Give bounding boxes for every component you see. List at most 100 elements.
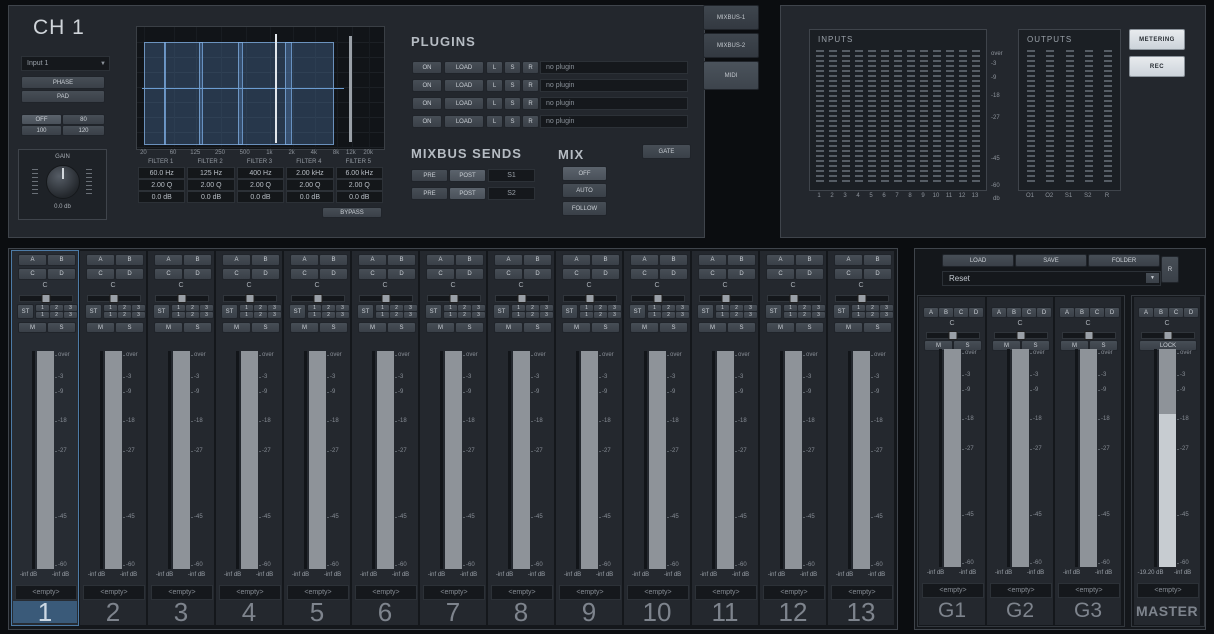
route-d-button[interactable]: D [455,268,484,280]
route-a-button[interactable]: A [222,254,251,266]
stereo-button[interactable]: ST [697,304,714,319]
send-1-bottom-button[interactable]: 1 [579,311,594,319]
send-3-bottom-button[interactable]: 3 [403,311,418,319]
route-a-button[interactable]: A [991,307,1007,318]
mute-button[interactable]: M [494,322,523,333]
send-2-bottom-button[interactable]: 2 [865,311,880,319]
mute-button[interactable]: M [154,322,183,333]
plugin-load-button[interactable]: LOAD [444,115,484,128]
channel-strip-13[interactable]: ABCDCST112233MSover-3-9-18-27-45-60-inf … [828,251,894,625]
route-b-button[interactable]: B [1074,307,1090,318]
pan-handle[interactable] [246,294,255,303]
fader-track[interactable] [304,351,307,569]
mute-button[interactable]: M [766,322,795,333]
eq-graph[interactable] [136,26,385,150]
route-b-button[interactable]: B [319,254,348,266]
fader-track[interactable] [508,351,511,569]
solo-button[interactable]: S [795,322,824,333]
mix-follow-button[interactable]: FOLLOW [562,201,607,216]
fader-track[interactable] [440,351,443,569]
input-select[interactable]: Input 1 ▼ [21,56,110,71]
pad-button[interactable]: PAD [21,90,105,103]
route-d-button[interactable]: D [115,268,144,280]
eq-band-1[interactable] [144,42,166,145]
strip-plugin-slot[interactable]: <empty> [1137,583,1199,598]
route-b-button[interactable]: B [115,254,144,266]
hpf-120-button[interactable]: 120 [62,125,105,136]
send-1-bottom-button[interactable]: 1 [171,311,186,319]
pan-handle[interactable] [1017,331,1026,340]
filter-q-value[interactable]: 2.00 Q [286,179,333,191]
stereo-button[interactable]: ST [221,304,238,319]
route-a-button[interactable]: A [923,307,939,318]
send-1-bottom-button[interactable]: 1 [375,311,390,319]
channel-strip-2[interactable]: ABCDCST112233MSover-3-9-18-27-45-60-inf … [80,251,146,625]
send-3-bottom-button[interactable]: 3 [811,311,826,319]
send-2-bottom-button[interactable]: 2 [593,311,608,319]
channel-strip-5[interactable]: ABCDCST112233MSover-3-9-18-27-45-60-inf … [284,251,350,625]
hpf-100-button[interactable]: 100 [21,125,62,136]
solo-button[interactable]: S [455,322,484,333]
pan-handle[interactable] [949,331,958,340]
route-b-button[interactable]: B [1006,307,1022,318]
mix-auto-button[interactable]: AUTO [562,183,607,198]
strip-label[interactable]: 11 [693,601,757,623]
plugin-slot[interactable]: no plugin [540,115,688,128]
filter-gain-value[interactable]: 0.0 dB [187,191,234,203]
fader-track[interactable] [1075,349,1078,567]
route-c-button[interactable]: C [953,307,969,318]
strip-label[interactable]: G2 [988,599,1052,623]
route-d-button[interactable]: D [968,307,984,318]
plugin-r-button[interactable]: R [522,79,539,92]
solo-button[interactable]: S [727,322,756,333]
route-a-button[interactable]: A [358,254,387,266]
eq-band-2[interactable] [164,42,203,145]
pan-slider[interactable] [699,295,753,302]
route-d-button[interactable]: D [591,268,620,280]
send-1-bottom-button[interactable]: 1 [851,311,866,319]
route-c-button[interactable]: C [1021,307,1037,318]
solo-button[interactable]: S [591,322,620,333]
gain-knob[interactable] [46,165,80,199]
filter-freq-value[interactable]: 2.00 kHz [286,167,333,179]
route-b-button[interactable]: B [1153,307,1169,318]
strip-label[interactable]: 13 [829,601,893,623]
pan-slider[interactable] [291,295,345,302]
pan-handle[interactable] [722,294,731,303]
route-a-button[interactable]: A [86,254,115,266]
strip-plugin-slot[interactable]: <empty> [1058,583,1120,598]
send-2-bottom-button[interactable]: 2 [525,311,540,319]
strip-plugin-slot[interactable]: <empty> [990,583,1052,598]
pan-slider[interactable] [835,295,889,302]
stereo-button[interactable]: ST [289,304,306,319]
send-2-bottom-button[interactable]: 2 [661,311,676,319]
send-3-bottom-button[interactable]: 3 [267,311,282,319]
filter-freq-value[interactable]: 125 Hz [187,167,234,179]
filter-freq-value[interactable]: 60.0 Hz [138,167,185,179]
group-strip-g1[interactable]: ABCDCMSover-3-9-18-27-45-60-inf dB-inf d… [919,297,985,625]
send-3-bottom-button[interactable]: 3 [743,311,758,319]
route-c-button[interactable]: C [86,268,115,280]
send-3-bottom-button[interactable]: 3 [539,311,554,319]
pan-handle[interactable] [654,294,663,303]
eq-band-4[interactable] [238,42,292,145]
snapshot-load-button[interactable]: LOAD [942,254,1014,267]
pan-handle[interactable] [314,294,323,303]
pan-slider[interactable] [1062,332,1116,339]
strip-label[interactable]: 10 [625,601,689,623]
route-c-button[interactable]: C [154,268,183,280]
chevron-down-icon[interactable]: ▼ [1146,273,1159,283]
solo-button[interactable]: S [251,322,280,333]
fader-track[interactable] [168,351,171,569]
mute-button[interactable]: M [358,322,387,333]
filter-freq-value[interactable]: 6.00 kHz [336,167,383,179]
tab-mixbus-2[interactable]: MIXBUS-2 [703,33,759,58]
hpf-off-button[interactable]: OFF [21,114,62,125]
route-a-button[interactable]: A [1138,307,1154,318]
plugin-r-button[interactable]: R [522,61,539,74]
plugin-s-button[interactable]: S [504,115,521,128]
send-2-bottom-button[interactable]: 2 [729,311,744,319]
filter-freq-value[interactable]: 400 Hz [237,167,284,179]
send-3-bottom-button[interactable]: 3 [675,311,690,319]
stereo-button[interactable]: ST [425,304,442,319]
